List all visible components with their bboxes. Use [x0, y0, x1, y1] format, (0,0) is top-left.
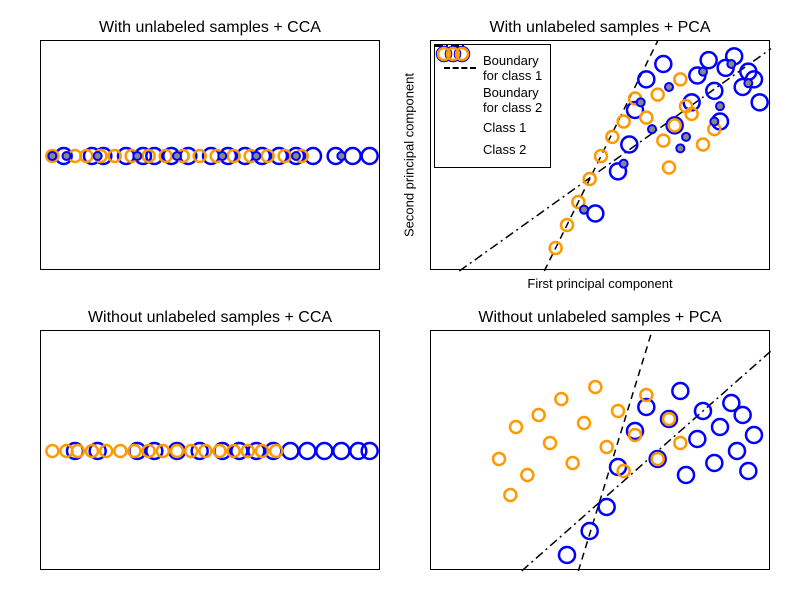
figure: With unlabeled samples + CCA With unlabe…: [0, 0, 800, 600]
scatter-cca-with: [41, 41, 381, 271]
xlabel-pc1: First principal component: [527, 276, 672, 291]
panel-cca-without: Without unlabeled samples + CCA: [40, 330, 380, 570]
dash-icon: [444, 67, 476, 69]
title-br: Without unlabeled samples + PCA: [431, 309, 769, 327]
legend: Boundaryfor class 1 Boundaryfor class 2 …: [434, 44, 551, 168]
title-bl: Without unlabeled samples + CCA: [41, 309, 379, 327]
ylabel-pc2: Second principal component: [402, 73, 417, 237]
legend-class-1: Class 1: [441, 117, 542, 137]
legend-boundary-2: Boundaryfor class 2: [441, 85, 542, 115]
legend-class-2: Class 2: [441, 139, 542, 159]
panel-cca-with: With unlabeled samples + CCA: [40, 40, 380, 270]
panel-pca-without: Without unlabeled samples + PCA: [430, 330, 770, 570]
panel-pca-with: With unlabeled samples + PCA Second prin…: [430, 40, 770, 270]
title-tr: With unlabeled samples + PCA: [431, 19, 769, 37]
scatter-cca-without: [41, 331, 381, 571]
title-tl: With unlabeled samples + CCA: [41, 19, 379, 37]
scatter-pca-without: [431, 331, 771, 571]
